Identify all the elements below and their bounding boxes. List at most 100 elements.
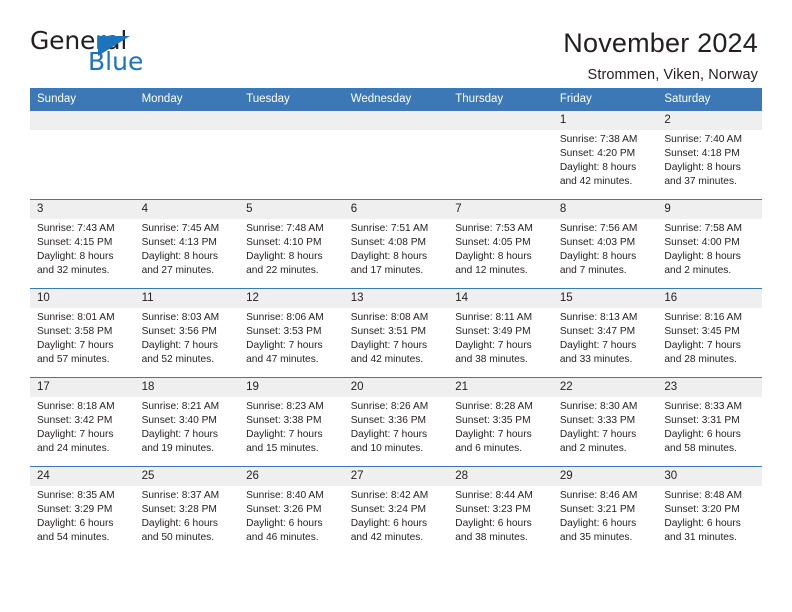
day-number: 1 [552,111,658,130]
general-blue-logo[interactable]: General Blue [30,28,158,78]
day-detail-sunrise: Sunrise: 7:40 AM [664,134,742,145]
calendar-cell-day[interactable]: 10 Sunrise: 8:01 AM Sunset: 3:58 PM Dayligh… [30,288,135,378]
day-number: 5 [239,200,344,219]
day-detail-sunset: Sunset: 3:42 PM [37,415,113,427]
calendar-cell-day[interactable]: 30 Sunrise: 8:48 AM Sunset: 3:20 PM Dayligh… [657,466,762,556]
day-detail-sunset: Sunset: 3:56 PM [141,326,217,338]
day-detail-sunset: Sunset: 3:26 PM [246,504,322,516]
calendar-cell-day[interactable]: 14 Sunrise: 8:11 AM Sunset: 3:49 PM Dayligh… [448,288,553,378]
day-detail-sunset: Sunset: 3:58 PM [37,326,113,338]
calendar-cell-day[interactable]: 28 Sunrise: 8:44 AM Sunset: 3:23 PM Dayligh… [448,466,553,556]
day-detail-sunset: Sunset: 3:28 PM [141,504,217,516]
day-detail-sunrise: Sunrise: 8:16 AM [664,312,742,323]
day-detail-daylight2: and 32 minutes. [37,265,110,277]
calendar-cell-day[interactable]: 19 Sunrise: 8:23 AM Sunset: 3:38 PM Dayligh… [239,377,344,467]
day-detail-daylight1: Daylight: 7 hours [37,340,114,352]
calendar-cell-day[interactable]: 27 Sunrise: 8:42 AM Sunset: 3:24 PM Dayligh… [343,466,449,556]
day-detail-sunset: Sunset: 3:40 PM [141,415,217,427]
day-detail-sunrise: Sunrise: 8:44 AM [455,490,533,501]
day-detail-daylight2: and 42 minutes. [350,532,424,544]
day-detail-daylight1: Daylight: 6 hours [664,429,741,441]
day-detail-sunrise: Sunrise: 8:35 AM [37,490,115,501]
weekday-wednesday: Wednesday [343,88,449,111]
day-details: Sunrise: 8:35 AM Sunset: 3:29 PM Daylight:… [30,486,135,545]
day-details: Sunrise: 8:28 AM Sunset: 3:35 PM Daylight:… [448,397,553,456]
calendar-cell-day[interactable]: 25 Sunrise: 8:37 AM Sunset: 3:28 PM Dayligh… [134,466,240,556]
day-detail-daylight1: Daylight: 6 hours [559,518,637,530]
day-detail-daylight2: and 46 minutes. [246,532,319,544]
calendar-cell-day[interactable]: 9 Sunrise: 7:58 AM Sunset: 4:00 PM Daylight… [657,199,762,289]
day-details: Sunrise: 8:37 AM Sunset: 3:28 PM Daylight:… [135,486,240,545]
calendar-cell-day[interactable]: 2 Sunrise: 7:40 AM Sunset: 4:18 PM Daylight… [657,110,762,200]
day-detail-daylight2: and 17 minutes. [350,265,424,277]
calendar-cell-day[interactable]: 26 Sunrise: 8:40 AM Sunset: 3:26 PM Dayligh… [239,466,344,556]
day-details: Sunrise: 7:48 AM Sunset: 4:10 PM Daylight:… [239,219,344,278]
calendar-cell-day[interactable]: 1 Sunrise: 7:38 AM Sunset: 4:20 PM Daylight… [552,110,658,200]
calendar-cell-day[interactable]: 17 Sunrise: 8:18 AM Sunset: 3:42 PM Dayligh… [30,377,135,467]
day-detail-sunset: Sunset: 3:53 PM [246,326,322,338]
calendar-cell-day[interactable]: 20 Sunrise: 8:26 AM Sunset: 3:36 PM Dayligh… [343,377,449,467]
calendar-cell-day[interactable]: 4 Sunrise: 7:45 AM Sunset: 4:13 PM Daylight… [134,199,240,289]
day-detail-daylight1: Daylight: 8 hours [455,251,532,263]
day-detail-daylight2: and 28 minutes. [664,354,737,366]
calendar-cell-day[interactable]: 6 Sunrise: 7:51 AM Sunset: 4:08 PM Daylight… [343,199,449,289]
calendar-cell-day[interactable]: 29 Sunrise: 8:46 AM Sunset: 3:21 PM Dayligh… [552,466,658,556]
day-detail-sunrise: Sunrise: 7:48 AM [246,223,324,234]
day-detail-sunset: Sunset: 4:03 PM [559,237,636,249]
day-details: Sunrise: 8:23 AM Sunset: 3:38 PM Daylight:… [239,397,344,456]
calendar-cell-day[interactable]: 5 Sunrise: 7:48 AM Sunset: 4:10 PM Daylight… [239,199,344,289]
calendar-table: Sunday Monday Tuesday Wednesday Thursday… [30,88,762,556]
calendar-week-row: 10 Sunrise: 8:01 AM Sunset: 3:58 PM Dayligh… [30,288,762,378]
day-detail-daylight2: and 47 minutes. [246,354,319,366]
day-detail-daylight2: and 54 minutes. [37,532,110,544]
day-details: Sunrise: 8:18 AM Sunset: 3:42 PM Daylight:… [30,397,135,456]
day-detail-daylight2: and 7 minutes. [559,265,627,277]
day-detail-daylight2: and 15 minutes. [246,443,319,455]
calendar-week-row: 24 Sunrise: 8:35 AM Sunset: 3:29 PM Dayligh… [30,466,762,556]
day-detail-sunrise: Sunrise: 8:01 AM [37,312,115,323]
calendar-cell-day[interactable]: 21 Sunrise: 8:28 AM Sunset: 3:35 PM Dayligh… [448,377,553,467]
calendar-cell-day[interactable]: 7 Sunrise: 7:53 AM Sunset: 4:05 PM Daylight… [448,199,553,289]
calendar-cell-day[interactable]: 12 Sunrise: 8:06 AM Sunset: 3:53 PM Dayligh… [239,288,344,378]
calendar-cell-day[interactable]: 23 Sunrise: 8:33 AM Sunset: 3:31 PM Dayligh… [657,377,762,467]
day-number: 6 [343,200,449,219]
day-detail-daylight2: and 35 minutes. [559,532,633,544]
page-title: November 2024 [563,28,758,58]
day-details: Sunrise: 8:46 AM Sunset: 3:21 PM Daylight:… [553,486,658,545]
day-detail-sunrise: Sunrise: 7:58 AM [664,223,742,234]
calendar-cell-day[interactable]: 22 Sunrise: 8:30 AM Sunset: 3:33 PM Dayligh… [552,377,658,467]
day-details: Sunrise: 8:16 AM Sunset: 3:45 PM Daylight:… [657,308,762,367]
day-number: 16 [657,289,762,308]
calendar-cell-day[interactable]: 24 Sunrise: 8:35 AM Sunset: 3:29 PM Dayligh… [30,466,135,556]
day-details: Sunrise: 7:53 AM Sunset: 4:05 PM Daylight:… [448,219,553,278]
day-detail-daylight1: Daylight: 7 hours [246,340,323,352]
calendar-cell-day[interactable]: 18 Sunrise: 8:21 AM Sunset: 3:40 PM Dayligh… [134,377,240,467]
day-number: 27 [343,467,449,486]
day-detail-daylight2: and 2 minutes. [559,443,627,455]
day-detail-daylight2: and 38 minutes. [455,532,528,544]
day-detail-daylight2: and 38 minutes. [455,354,528,366]
calendar-cell-day[interactable]: 13 Sunrise: 8:08 AM Sunset: 3:51 PM Dayligh… [343,288,449,378]
day-detail-daylight1: Daylight: 7 hours [455,340,532,352]
day-number: 22 [552,378,658,397]
day-number: 9 [657,200,762,219]
day-detail-daylight1: Daylight: 8 hours [559,162,637,174]
day-number [448,111,553,130]
day-detail-sunset: Sunset: 3:24 PM [350,504,427,516]
day-detail-sunrise: Sunrise: 8:46 AM [559,490,638,501]
day-details: Sunrise: 7:40 AM Sunset: 4:18 PM Daylight:… [657,130,762,189]
day-detail-sunset: Sunset: 3:47 PM [559,326,636,338]
day-detail-daylight2: and 52 minutes. [141,354,215,366]
weekday-monday: Monday [134,88,240,111]
calendar-cell-day[interactable]: 15 Sunrise: 8:13 AM Sunset: 3:47 PM Dayligh… [552,288,658,378]
calendar-cell-day[interactable]: 8 Sunrise: 7:56 AM Sunset: 4:03 PM Daylight… [552,199,658,289]
day-detail-sunset: Sunset: 4:10 PM [246,237,322,249]
day-details: Sunrise: 8:03 AM Sunset: 3:56 PM Daylight:… [135,308,240,367]
calendar-cell-day[interactable]: 3 Sunrise: 7:43 AM Sunset: 4:15 PM Daylight… [30,199,135,289]
calendar-cell-empty [239,110,344,200]
calendar-cell-day[interactable]: 16 Sunrise: 8:16 AM Sunset: 3:45 PM Dayligh… [657,288,762,378]
calendar-cell-day[interactable]: 11 Sunrise: 8:03 AM Sunset: 3:56 PM Dayligh… [134,288,240,378]
day-number: 4 [134,200,240,219]
day-detail-daylight1: Daylight: 7 hours [37,429,114,441]
day-details: Sunrise: 7:51 AM Sunset: 4:08 PM Daylight:… [344,219,449,278]
